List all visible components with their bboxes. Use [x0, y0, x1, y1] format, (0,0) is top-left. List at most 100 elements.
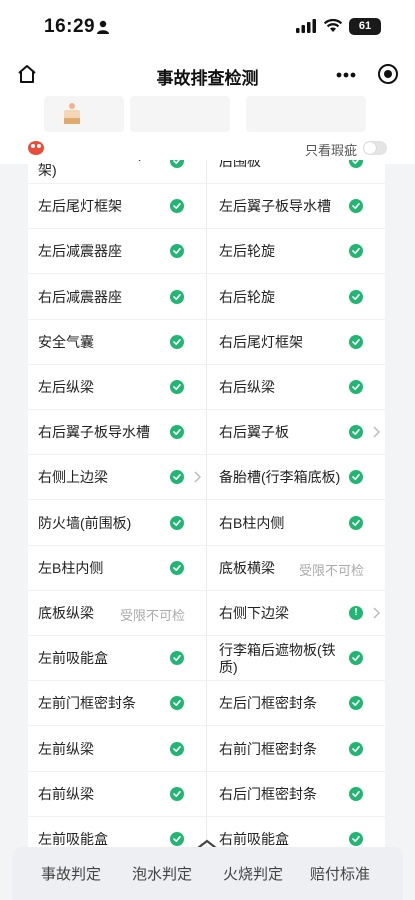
status-bar: 16:29 61 — [0, 0, 415, 52]
inspection-item[interactable]: 后围板 — [207, 160, 385, 184]
pass-check-icon — [170, 380, 184, 394]
inspection-item-label: 左前门框密封条 — [38, 695, 136, 712]
pass-check-icon — [349, 289, 363, 304]
inspection-item-label: 左后门框密封条 — [219, 695, 317, 712]
inspection-item-label: 右后翼子板 — [219, 424, 289, 441]
chevron-right-icon[interactable] — [373, 607, 380, 619]
inspection-item[interactable]: 左后门框密封条 — [207, 681, 385, 727]
more-icon[interactable] — [336, 72, 356, 78]
pass-check-icon — [349, 199, 363, 214]
tab-accident-judgment[interactable]: 事故判定 — [41, 863, 101, 884]
inspection-item[interactable]: 右侧下边梁! — [207, 591, 385, 636]
inspection-item[interactable]: 右后减震器座 — [28, 275, 206, 320]
pass-check-icon — [349, 244, 363, 259]
inspection-item[interactable]: 右后翼子板 — [207, 410, 385, 456]
chevron-right-icon[interactable] — [194, 471, 201, 483]
pass-check-icon — [349, 832, 363, 846]
inspection-item-label: 右后减震器座 — [38, 288, 122, 305]
inspection-item[interactable]: 左后轮旋 — [207, 229, 385, 275]
pass-check-icon — [349, 160, 363, 168]
pass-check-icon — [349, 651, 363, 666]
inspection-item[interactable]: 右B柱内侧 — [207, 501, 385, 546]
battery-icon: 61 — [349, 18, 381, 35]
pass-check-icon — [170, 425, 184, 440]
inspection-item-label: 防火墙(前围板) — [38, 514, 132, 531]
pass-check-icon — [170, 160, 184, 168]
pass-check-icon — [170, 515, 184, 530]
inspection-item[interactable]: 右前吸能盒 — [207, 817, 385, 850]
inspection-item-label: 左后翼子板导水槽 — [219, 198, 331, 215]
pass-check-icon — [349, 741, 363, 756]
inspection-item[interactable]: 右前纵梁 — [28, 772, 206, 817]
inspection-item[interactable]: 左B柱内侧 — [28, 546, 206, 591]
inspection-item[interactable]: 右后尾灯框架 — [207, 320, 385, 365]
inspection-item-label: 备胎槽(行李箱底板) — [219, 469, 341, 486]
inspection-item[interactable]: 左后翼子板导水槽 — [207, 184, 385, 230]
inspection-item-label: 右前门框密封条 — [219, 740, 317, 757]
inspection-item-label: 右前吸能盒 — [219, 831, 289, 847]
inspection-item[interactable]: 右后翼子板内部(骨架) — [28, 160, 206, 184]
inspection-item[interactable]: 左前吸能盒 — [28, 636, 206, 682]
pass-check-icon — [170, 832, 184, 846]
inspection-item[interactable]: 行李箱后遮物板(铁质) — [207, 636, 385, 682]
inspection-item[interactable]: 右后翼子板导水槽 — [28, 410, 206, 456]
only-defects-toggle[interactable] — [363, 141, 387, 155]
pass-check-icon — [170, 470, 184, 485]
inspection-item[interactable]: 右侧上边梁 — [28, 455, 206, 501]
inspection-item-label: 安全气囊 — [38, 333, 94, 350]
pass-check-icon — [170, 651, 184, 666]
inspection-item[interactable]: 左后尾灯框架 — [28, 184, 206, 230]
inspection-item[interactable]: 防火墙(前围板) — [28, 501, 206, 546]
tab-fire-judgment[interactable]: 火烧判定 — [223, 863, 283, 884]
tab-flood-judgment[interactable]: 泡水判定 — [132, 863, 192, 884]
inspection-item[interactable]: 左后纵梁 — [28, 365, 206, 410]
inspection-item[interactable]: 左后减震器座 — [28, 229, 206, 275]
inspection-item[interactable]: 右前门框密封条 — [207, 727, 385, 772]
inspection-item-label: 右后尾灯框架 — [219, 333, 303, 350]
inspection-item-label: 后围板 — [219, 160, 261, 169]
inspection-status-text: 受限不可检 — [299, 562, 365, 578]
close-miniapp-icon[interactable] — [378, 64, 398, 84]
inspection-item-label: 左后轮旋 — [219, 243, 275, 260]
chevron-right-icon[interactable] — [373, 426, 380, 438]
inspection-item-label: 左B柱内侧 — [38, 559, 104, 576]
only-defects-label: 只看瑕疵 — [305, 143, 358, 158]
wifi-icon — [323, 19, 343, 32]
photo-thumbnail[interactable] — [44, 96, 124, 132]
photo-thumbnail[interactable] — [246, 96, 366, 132]
inspection-item-label: 左前纵梁 — [38, 740, 94, 757]
pass-check-icon — [170, 696, 184, 711]
inspection-item[interactable]: 安全气囊 — [28, 320, 206, 365]
inspection-item[interactable]: 底板纵梁 受限不可检 — [28, 591, 206, 636]
tab-compensation-standard[interactable]: 赔付标准 — [310, 863, 370, 884]
inspection-item[interactable]: 底板横梁 受限不可检 — [207, 546, 385, 591]
inspection-item-label: 右侧上边梁 — [38, 469, 108, 486]
inspection-item-label: 右侧下边梁 — [219, 605, 289, 621]
pass-check-icon — [170, 244, 184, 259]
pass-check-icon — [349, 380, 363, 394]
inspection-item-label: 右后翼子板导水槽 — [38, 424, 150, 441]
nav-bar: 事故排查检测 — [0, 52, 415, 96]
inspection-item[interactable]: 右后门框密封条 — [207, 772, 385, 817]
pass-check-icon — [349, 786, 363, 801]
pass-check-icon — [170, 560, 184, 575]
inspection-item[interactable]: 左前吸能盒 — [28, 817, 206, 850]
inspection-item-label: 右后轮旋 — [219, 288, 275, 305]
photo-thumbnail[interactable] — [130, 96, 230, 132]
inspection-item[interactable]: 左前门框密封条 — [28, 681, 206, 727]
inspection-item[interactable]: 左前纵梁 — [28, 727, 206, 772]
photo-strip[interactable] — [0, 96, 415, 134]
inspection-item-label: 右后翼子板内部(骨架) — [38, 160, 155, 178]
inspection-item-label: 行李箱后遮物板(铁质) — [219, 641, 336, 675]
pass-check-icon — [349, 515, 363, 530]
inspection-item-label: 右B柱内侧 — [219, 514, 285, 531]
inspection-item-label: 左前吸能盒 — [38, 650, 108, 667]
inspection-item[interactable]: 右后轮旋 — [207, 275, 385, 320]
pass-check-icon — [349, 334, 363, 349]
inspection-item-label: 右前纵梁 — [38, 785, 94, 802]
inspection-item[interactable]: 右后纵梁 — [207, 365, 385, 410]
inspection-item[interactable]: 备胎槽(行李箱底板) — [207, 455, 385, 501]
inspection-status-text: 受限不可检 — [120, 608, 186, 623]
pass-check-icon — [170, 289, 184, 304]
signal-icon — [296, 19, 316, 33]
